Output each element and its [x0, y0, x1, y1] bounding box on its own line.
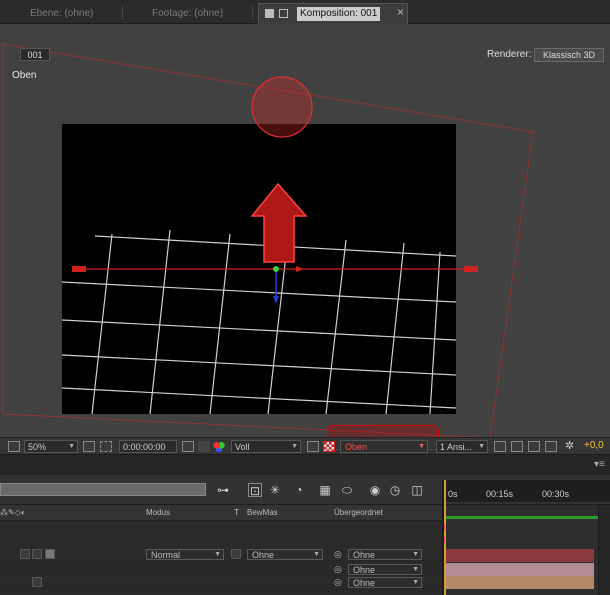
- tab-separator: [252, 6, 253, 20]
- timeline-icon[interactable]: [528, 441, 540, 452]
- brainstorm-icon[interactable]: ◉: [368, 483, 382, 497]
- keyframe-marker-icon[interactable]: I: [443, 535, 446, 545]
- region-of-interest-icon[interactable]: [100, 441, 112, 452]
- comp-flowchart-button[interactable]: 001: [20, 48, 50, 61]
- ruler-label: 00:30s: [542, 489, 570, 499]
- resolution-dropdown[interactable]: Voll ▼: [231, 440, 301, 453]
- lock-icon[interactable]: [279, 9, 288, 18]
- header-bewmas[interactable]: BewMas: [247, 508, 278, 517]
- header-t[interactable]: T: [234, 508, 239, 517]
- preserve-transparency-checkbox[interactable]: [231, 549, 241, 559]
- close-icon[interactable]: ×: [397, 5, 404, 19]
- viewer-toolbar: 50% ▼ 0:00:00:00 Voll ▼ Oben ▼ 1 Ansi... ▼ ✲…: [0, 437, 610, 455]
- anchor-point: [273, 266, 279, 272]
- composition-viewer[interactable]: 001 Renderer: Klassisch 3D Oben: [0, 24, 610, 437]
- renderer-label: Renderer:: [487, 49, 532, 60]
- tab-ebene[interactable]: Ebene: (ohne): [30, 4, 93, 24]
- header-modus[interactable]: Modus: [146, 508, 170, 517]
- fast-previews-icon[interactable]: [511, 441, 523, 452]
- always-preview-icon[interactable]: [8, 441, 20, 452]
- x-axis-handle-right: [464, 266, 478, 272]
- track-matte-dropdown[interactable]: Ohne ▼: [247, 549, 323, 560]
- frame-blending-icon[interactable]: ▦: [318, 483, 332, 497]
- layer-list: Normal ▼ Ohne ▼ ◎ Ohne ▼ ◎ Ohne ▼ ◎ Ohne ▼: [0, 521, 444, 595]
- tab-komposition[interactable]: Komposition: 001 ×: [258, 3, 408, 24]
- 3d-layer-switch[interactable]: [45, 549, 55, 559]
- layer-duration-bar[interactable]: [444, 563, 594, 576]
- hide-shy-icon[interactable]: ◔: [292, 483, 306, 497]
- layer-duration-bar[interactable]: [444, 549, 594, 562]
- annotation-circle: [251, 76, 313, 138]
- graph-editor-icon[interactable]: ◫: [410, 483, 424, 497]
- layer-duration-bar[interactable]: [444, 576, 594, 589]
- layer-row[interactable]: ◎ Ohne ▼: [0, 576, 444, 589]
- panel-menu-icon[interactable]: ▾≡: [594, 459, 605, 470]
- timeline-tab-bar: ▾≡: [0, 455, 610, 475]
- fx-switch[interactable]: [32, 549, 42, 559]
- motion-blur-icon[interactable]: ⬭: [340, 483, 354, 497]
- work-area-bar[interactable]: [444, 516, 598, 519]
- pick-whip-icon[interactable]: ◎: [334, 577, 342, 588]
- fx-switch[interactable]: [32, 577, 42, 587]
- live-update-icon[interactable]: ⊡: [248, 483, 262, 498]
- shy-switch[interactable]: [20, 549, 30, 559]
- pick-whip-icon[interactable]: ◎: [334, 564, 342, 575]
- tab-separator: [122, 6, 123, 20]
- views-layout-dropdown[interactable]: 1 Ansi... ▼: [436, 440, 488, 453]
- draft-3d-icon[interactable]: ✳: [268, 483, 282, 497]
- parent-dropdown[interactable]: Ohne ▼: [348, 549, 422, 560]
- x-axis-handle-left: [72, 266, 86, 272]
- keyframe-marker-icon[interactable]: I: [443, 522, 446, 532]
- panel-menu-icon[interactable]: [265, 9, 274, 18]
- active-view-label: Oben: [12, 70, 37, 81]
- renderer-button[interactable]: Klassisch 3D: [534, 48, 604, 62]
- switch-icons: ⁂✎◇◐: [0, 508, 26, 517]
- reset-exposure-icon[interactable]: ✲: [565, 441, 577, 452]
- timeline-scrollbar[interactable]: [598, 505, 610, 595]
- panel-tab-bar: Ebene: (ohne) Footage: (ohne) Kompositio…: [0, 0, 610, 24]
- 3d-view-dropdown[interactable]: Oben ▼: [340, 440, 428, 453]
- layer-search-input[interactable]: [0, 483, 206, 496]
- layer-row[interactable]: ◎ Ohne ▼: [0, 563, 444, 576]
- layer-row[interactable]: Normal ▼ Ohne ▼ ◎ Ohne ▼: [0, 548, 444, 561]
- parent-dropdown[interactable]: Ohne ▼: [348, 564, 422, 575]
- ruler-label: 00:15s: [486, 489, 514, 499]
- grid-icon[interactable]: [83, 441, 95, 452]
- rgb-icon[interactable]: [213, 441, 225, 452]
- layer-column-headers: ⁂✎◇◐ Modus T BewMas Übergeordnet: [0, 505, 444, 521]
- fast-preview-icon[interactable]: [307, 441, 319, 452]
- person-icon[interactable]: [198, 441, 210, 452]
- comp-mini-flowchart-icon[interactable]: ⊶: [216, 483, 230, 497]
- pick-whip-icon[interactable]: ◎: [334, 549, 342, 560]
- blend-mode-dropdown[interactable]: Normal ▼: [146, 549, 224, 560]
- time-ruler[interactable]: 0s 00:15s 00:30s: [444, 480, 610, 502]
- tab-footage[interactable]: Footage: (ohne): [152, 4, 223, 24]
- ruler-label: 0s: [448, 489, 458, 499]
- checkerboard-icon[interactable]: [323, 441, 335, 452]
- parent-dropdown[interactable]: Ohne ▼: [348, 577, 422, 588]
- composition-canvas[interactable]: [0, 24, 610, 437]
- header-uebergeordnet[interactable]: Übergeordnet: [334, 508, 383, 517]
- tab-komposition-label: Komposition: 001: [297, 7, 381, 21]
- exposure-value[interactable]: +0,0: [584, 440, 604, 451]
- zoom-dropdown[interactable]: 50% ▼: [24, 440, 78, 453]
- toggle-pixel-aspect-icon[interactable]: [494, 441, 506, 452]
- timecode-field[interactable]: 0:00:00:00: [119, 440, 177, 453]
- flowchart-icon[interactable]: [545, 441, 557, 452]
- camera-icon[interactable]: [182, 441, 194, 452]
- auto-keyframe-icon[interactable]: ◷: [388, 483, 402, 497]
